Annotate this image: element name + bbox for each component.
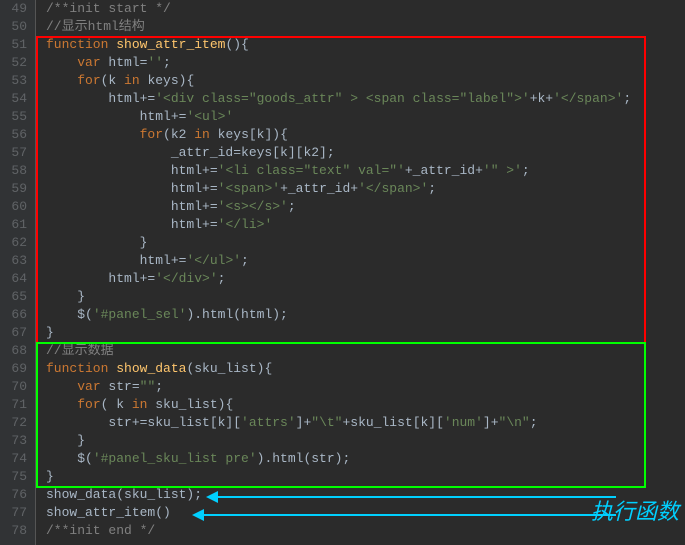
code-line[interactable]: for(k2 in keys[k]){ [46, 126, 685, 144]
line-number: 59 [6, 180, 27, 198]
annotation-label: 执行函数 [591, 494, 679, 526]
arrow-annotation-2 [202, 514, 616, 516]
code-line[interactable]: html+='<ul>' [46, 108, 685, 126]
line-number: 57 [6, 144, 27, 162]
line-number: 72 [6, 414, 27, 432]
code-line[interactable]: html+='</div>'; [46, 270, 685, 288]
arrow-annotation-1 [216, 496, 616, 498]
code-line[interactable]: function show_attr_item(){ [46, 36, 685, 54]
code-line[interactable]: //显示html结构 [46, 18, 685, 36]
line-number: 61 [6, 216, 27, 234]
code-line[interactable]: html+='</ul>'; [46, 252, 685, 270]
code-line[interactable]: html+='</li>' [46, 216, 685, 234]
line-number: 51 [6, 36, 27, 54]
code-editor[interactable]: 4950515253545556575859606162636465666768… [0, 0, 685, 545]
code-line[interactable]: $('#panel_sel').html(html); [46, 306, 685, 324]
line-number: 56 [6, 126, 27, 144]
line-number: 77 [6, 504, 27, 522]
code-line[interactable]: show_data(sku_list); [46, 486, 685, 504]
code-line[interactable]: } [46, 288, 685, 306]
line-number: 67 [6, 324, 27, 342]
line-number: 49 [6, 0, 27, 18]
line-number: 62 [6, 234, 27, 252]
line-number: 75 [6, 468, 27, 486]
code-line[interactable]: } [46, 324, 685, 342]
code-line[interactable]: var html=''; [46, 54, 685, 72]
line-number: 54 [6, 90, 27, 108]
line-number: 60 [6, 198, 27, 216]
line-number: 69 [6, 360, 27, 378]
code-line[interactable]: /**init start */ [46, 0, 685, 18]
code-area[interactable]: 执行函数 /**init start *///显示html结构function … [36, 0, 685, 545]
line-number: 50 [6, 18, 27, 36]
line-number: 53 [6, 72, 27, 90]
line-number: 58 [6, 162, 27, 180]
line-number: 73 [6, 432, 27, 450]
line-number: 64 [6, 270, 27, 288]
code-line[interactable]: _attr_id=keys[k][k2]; [46, 144, 685, 162]
code-line[interactable]: function show_data(sku_list){ [46, 360, 685, 378]
line-numbers: 4950515253545556575859606162636465666768… [0, 0, 36, 545]
code-line[interactable]: } [46, 432, 685, 450]
code-line[interactable]: html+='<li class="text" val="'+_attr_id+… [46, 162, 685, 180]
line-number: 55 [6, 108, 27, 126]
line-number: 74 [6, 450, 27, 468]
code-line[interactable]: //显示数据 [46, 342, 685, 360]
code-line[interactable]: for(k in keys){ [46, 72, 685, 90]
line-number: 66 [6, 306, 27, 324]
code-line[interactable]: $('#panel_sku_list pre').html(str); [46, 450, 685, 468]
code-line[interactable]: html+='<s></s>'; [46, 198, 685, 216]
code-line[interactable]: html+='<div class="goods_attr" > <span c… [46, 90, 685, 108]
line-number: 63 [6, 252, 27, 270]
line-number: 70 [6, 378, 27, 396]
line-number: 71 [6, 396, 27, 414]
code-line[interactable]: /**init end */ [46, 522, 685, 540]
code-line[interactable]: } [46, 468, 685, 486]
code-line[interactable]: var str=""; [46, 378, 685, 396]
code-line[interactable]: show_attr_item() [46, 504, 685, 522]
line-number: 65 [6, 288, 27, 306]
line-number: 68 [6, 342, 27, 360]
line-number: 76 [6, 486, 27, 504]
code-line[interactable]: for( k in sku_list){ [46, 396, 685, 414]
code-line[interactable]: html+='<span>'+_attr_id+'</span>'; [46, 180, 685, 198]
code-line[interactable]: } [46, 234, 685, 252]
line-number: 52 [6, 54, 27, 72]
line-number: 78 [6, 522, 27, 540]
code-line[interactable]: str+=sku_list[k]['attrs']+"\t"+sku_list[… [46, 414, 685, 432]
